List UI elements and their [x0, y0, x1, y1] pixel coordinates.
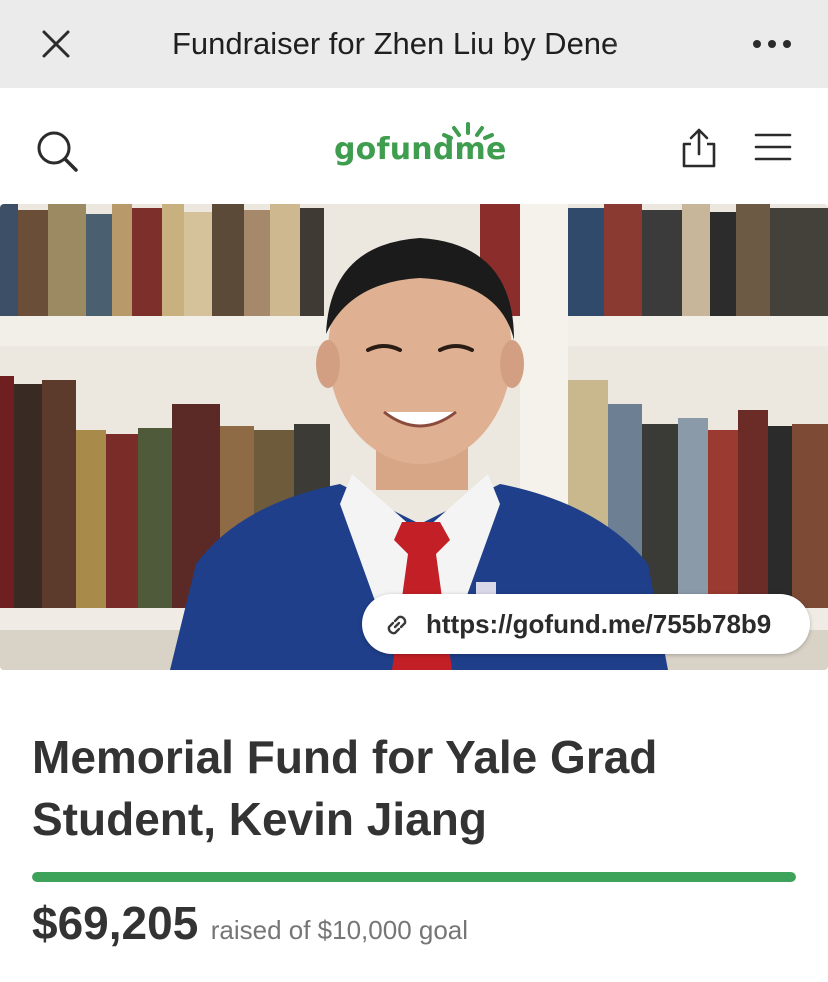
browser-page-title: Fundraiser for Zhen Liu by Dene — [172, 26, 619, 61]
raised-summary: $69,205 raised of $10,000 goal — [32, 896, 468, 950]
progress-bar — [32, 872, 796, 882]
logo-text: gofundme — [334, 132, 507, 167]
hamburger-menu-icon[interactable] — [754, 132, 792, 162]
close-icon[interactable] — [36, 24, 76, 64]
link-icon — [387, 615, 407, 635]
gofundme-logo[interactable]: gofundme — [334, 122, 506, 174]
search-icon[interactable] — [34, 128, 80, 174]
title-fade — [610, 20, 680, 68]
browser-top-bar: Fundraiser for Zhen Liu by Dene — [0, 0, 828, 88]
progress-bar-fill — [32, 872, 796, 882]
short-link-pill[interactable]: https://gofund.me/755b78b9 — [362, 594, 810, 654]
raised-amount: $69,205 — [32, 897, 199, 949]
share-icon[interactable] — [678, 126, 720, 170]
goal-text: raised of $10,000 goal — [210, 915, 469, 945]
site-header: gofundme — [0, 88, 828, 204]
short-link-text[interactable]: https://gofund.me/755b78b9 — [426, 608, 771, 640]
more-options-icon[interactable] — [748, 28, 796, 60]
campaign-title: Memorial Fund for Yale Grad Student, Kev… — [32, 731, 658, 845]
